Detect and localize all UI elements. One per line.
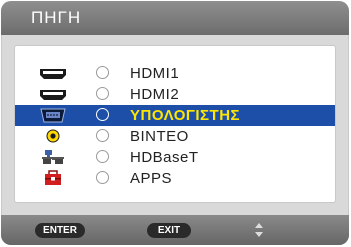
menu-footer: ENTER EXIT [1, 215, 349, 245]
up-down-arrows-icon [254, 222, 264, 238]
hdmi-port-icon [38, 63, 68, 84]
source-radio-hdmi1[interactable] [96, 66, 109, 79]
enter-key-hint[interactable]: ENTER [35, 223, 85, 238]
network-hdbaset-icon [38, 147, 68, 168]
source-label: APPS [130, 170, 173, 187]
source-radio-hdbaset[interactable] [96, 150, 109, 163]
apps-toolbox-icon [38, 168, 68, 189]
source-label: ΒΙΝΤΕΟ [130, 128, 189, 145]
source-label: HDMI2 [130, 86, 180, 103]
source-label: HDBaseT [130, 149, 199, 166]
video-rca-icon [38, 126, 68, 147]
source-item-video[interactable]: ΒΙΝΤΕΟ [15, 126, 335, 147]
exit-key-hint[interactable]: EXIT [147, 223, 191, 238]
source-label: ΥΠΟΛΟΓΙΣΤΗΣ [130, 107, 241, 124]
source-item-hdmi1[interactable]: HDMI1 [15, 63, 335, 84]
source-label: HDMI1 [130, 65, 180, 82]
source-list: HDMI1 HDMI2 ΥΠΟΛΟΓΙΣΤΗΣ ΒΙΝΤΕΟ HDBaseT A… [14, 45, 336, 203]
source-radio-apps[interactable] [96, 171, 109, 184]
hdmi-port-icon [38, 84, 68, 105]
source-item-computer[interactable]: ΥΠΟΛΟΓΙΣΤΗΣ [15, 105, 335, 126]
source-radio-hdmi2[interactable] [96, 87, 109, 100]
vga-computer-port-icon [38, 105, 68, 126]
source-menu-window: ΠΗΓΗ HDMI1 HDMI2 ΥΠΟΛΟΓΙΣΤΗΣ ΒΙΝΤΕΟ HDBa… [1, 1, 349, 245]
source-item-hdbaset[interactable]: HDBaseT [15, 147, 335, 168]
menu-title: ΠΗΓΗ [31, 8, 82, 27]
source-item-apps[interactable]: APPS [15, 168, 335, 189]
source-radio-video[interactable] [96, 129, 109, 142]
source-radio-computer[interactable] [96, 108, 109, 121]
source-item-hdmi2[interactable]: HDMI2 [15, 84, 335, 105]
menu-header: ΠΗΓΗ [1, 1, 349, 35]
